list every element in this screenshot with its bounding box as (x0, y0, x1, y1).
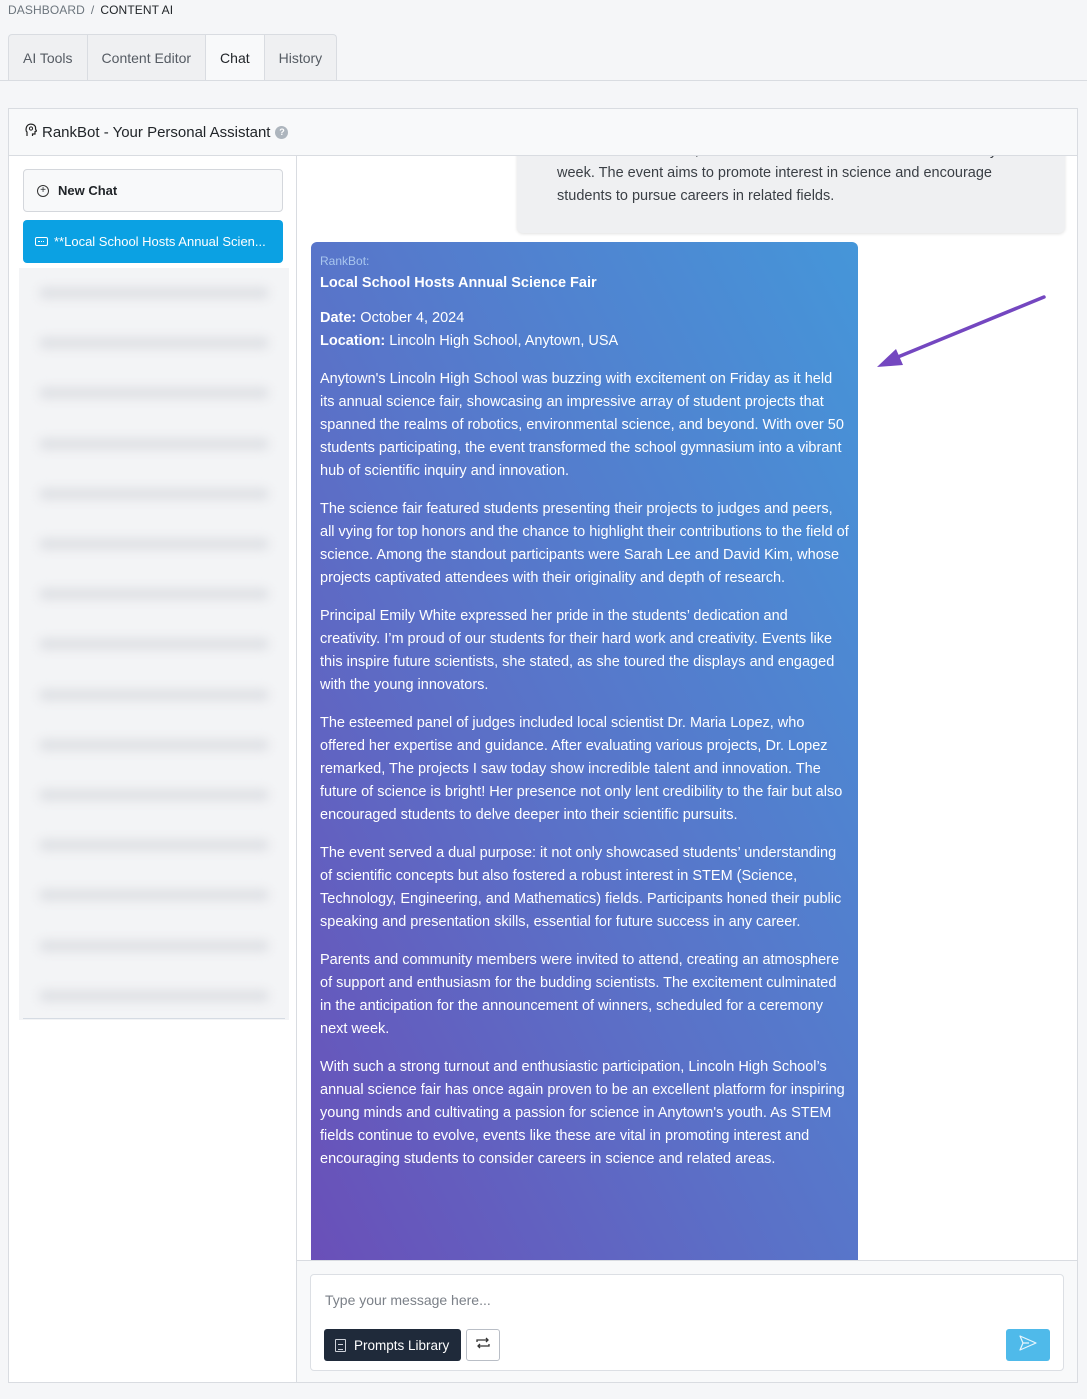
date-label: Date: (320, 310, 357, 326)
article-meta: Date: October 4, 2024 Location: Lincoln … (320, 307, 849, 353)
arrow-head (877, 349, 903, 367)
chat-item-blurred[interactable] (19, 368, 289, 418)
blurred-chat-title (39, 839, 269, 852)
document-icon (335, 1338, 346, 1352)
blurred-chat-title (39, 939, 269, 952)
chat-item-blurred[interactable] (19, 519, 289, 569)
user-message-line: students to pursue careers in related fi… (557, 187, 835, 204)
article-title: Local School Hosts Annual Science Fair (320, 275, 597, 291)
breadcrumb-dashboard[interactable]: DASHBOARD (8, 3, 85, 17)
tab-history[interactable]: History (263, 34, 338, 80)
chat-item-blurred[interactable] (19, 569, 289, 619)
chat-item-blurred[interactable] (19, 469, 289, 519)
bot-sender-label: RankBot: (320, 254, 370, 268)
send-icon (1019, 1334, 1037, 1356)
chat-item-blurred[interactable] (19, 720, 289, 770)
arrow-shaft (886, 295, 1046, 363)
chat-list-divider (23, 1018, 285, 1019)
question-circle-icon[interactable]: ? (275, 125, 289, 139)
composer-area: Prompts Library (297, 1260, 1077, 1382)
blurred-chat-title (39, 688, 269, 701)
article-paragraph: Anytown's Lincoln High School was buzzin… (320, 371, 844, 479)
article-paragraph: The event served a dual purpose: it not … (320, 845, 842, 930)
chat-item-blurred[interactable] (19, 318, 289, 368)
location-value: Lincoln High School, Anytown, USA (389, 333, 619, 349)
user-message-line: week. The event aims to promote interest… (557, 165, 992, 181)
blurred-chat-title (39, 437, 269, 450)
chat-item-blurred[interactable] (19, 820, 289, 870)
article-paragraph: Principal Emily White expressed her prid… (320, 608, 835, 693)
panel-title: RankBot - Your Personal Assistant (42, 123, 271, 141)
new-chat-label: New Chat (58, 183, 118, 198)
tab-chat[interactable]: Chat (205, 34, 265, 80)
tab-content-editor[interactable]: Content Editor (86, 34, 207, 80)
chat-item-label: **Local School Hosts Annual Scien... (54, 234, 266, 249)
bot-head-icon (25, 123, 38, 141)
chat-item-blurred[interactable] (19, 419, 289, 469)
article-paragraph: Parents and community members were invit… (320, 952, 840, 1037)
chat-item-active[interactable]: **Local School Hosts Annual Scien... (23, 220, 283, 263)
blurred-chat-title (39, 337, 269, 350)
tab-ai-tools[interactable]: AI Tools (8, 34, 88, 80)
blurred-chat-title (39, 989, 269, 1002)
annotation-arrow-icon (877, 295, 1046, 367)
chat-item-blurred[interactable] (19, 870, 289, 920)
prompts-library-button[interactable]: Prompts Library (324, 1329, 461, 1361)
chat-sidebar: + New Chat **Local School Hosts Annual S… (9, 156, 297, 1382)
chat-item-blurred[interactable] (19, 670, 289, 720)
blurred-chat-title (39, 538, 269, 551)
send-button[interactable] (1006, 1329, 1050, 1361)
location-label: Location: (320, 333, 386, 349)
message-input[interactable] (325, 1289, 925, 1311)
breadcrumb: DASHBOARD / CONTENT AI (8, 3, 173, 17)
new-chat-button[interactable]: + New Chat (23, 169, 283, 212)
blurred-chat-title (39, 588, 269, 601)
breadcrumb-content-ai: CONTENT AI (100, 3, 174, 17)
article-paragraph: The esteemed panel of judges included lo… (320, 715, 843, 823)
repeat-button[interactable] (466, 1329, 500, 1361)
article-paragraph: With such a strong turnout and enthusias… (320, 1059, 845, 1167)
article-paragraph: The science fair featured students prese… (320, 501, 849, 586)
composer: Prompts Library (310, 1274, 1064, 1371)
article-location: Location: Lincoln High School, Anytown, … (320, 330, 849, 353)
blurred-chat-title (39, 287, 269, 300)
chat-history-list (19, 268, 289, 1020)
prompts-library-label: Prompts Library (354, 1337, 450, 1353)
date-value: October 4, 2024 (360, 310, 465, 326)
blurred-chat-title (39, 387, 269, 400)
tab-bar: AI Tools Content Editor Chat History (8, 34, 338, 80)
message-icon (35, 237, 48, 246)
user-message: were invited to attend, and winners will… (517, 156, 1065, 233)
breadcrumb-separator: / (90, 3, 95, 17)
blurred-chat-title (39, 788, 269, 801)
chat-item-blurred[interactable] (19, 770, 289, 820)
panel-header: RankBot - Your Personal Assistant ? (9, 109, 1077, 156)
article-date: Date: October 4, 2024 (320, 307, 849, 330)
chat-item-blurred[interactable] (19, 619, 289, 669)
bot-message: RankBot: Local School Hosts Annual Scien… (311, 242, 858, 1260)
blurred-chat-title (39, 487, 269, 500)
chat-item-blurred[interactable] (19, 268, 289, 318)
plus-circle-icon: + (37, 184, 49, 197)
blurred-chat-title (39, 638, 269, 651)
blurred-chat-title (39, 738, 269, 751)
blurred-chat-title (39, 889, 269, 902)
chat-item-blurred[interactable] (19, 971, 289, 1021)
chat-item-blurred[interactable] (19, 920, 289, 970)
tabs-divider (0, 80, 1087, 81)
repeat-icon (476, 1336, 490, 1354)
